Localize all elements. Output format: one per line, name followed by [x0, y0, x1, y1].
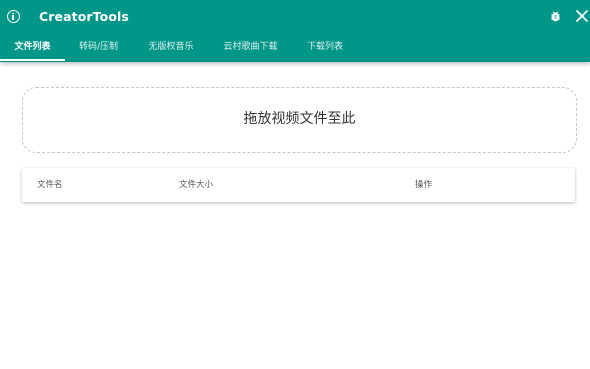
app-title: CreatorTools: [39, 9, 129, 24]
app-window: CreatorTools 文件列表 转码/压制 无版权音乐 云村歌曲下载 下载列…: [0, 0, 590, 369]
active-tab-indicator: [0, 59, 65, 61]
tab-file-list[interactable]: 文件列表: [0, 33, 65, 62]
tab-download-list[interactable]: 下载列表: [295, 33, 355, 62]
info-icon[interactable]: [7, 10, 20, 23]
close-icon[interactable]: [576, 10, 588, 22]
drop-zone-label: 拖放视频文件至此: [243, 111, 356, 127]
tab-transcode[interactable]: 转码/压制: [67, 33, 130, 62]
column-header-filename: 文件名: [37, 180, 63, 190]
tab-bar: 文件列表 转码/压制 无版权音乐 云村歌曲下载 下载列表: [0, 33, 590, 62]
column-header-filesize: 文件大小: [179, 180, 214, 190]
bug-icon[interactable]: [549, 10, 562, 23]
file-table: 文件名 文件大小 操作: [22, 168, 575, 202]
column-header-actions: 操作: [415, 180, 433, 190]
tab-cloud-song-download[interactable]: 云村歌曲下载: [213, 33, 288, 62]
title-bar: CreatorTools: [0, 0, 590, 33]
file-drop-zone[interactable]: 拖放视频文件至此: [22, 87, 577, 153]
tab-royalty-free-music[interactable]: 无版权音乐: [138, 33, 204, 62]
app-header: CreatorTools 文件列表 转码/压制 无版权音乐 云村歌曲下载 下载列…: [0, 0, 590, 62]
